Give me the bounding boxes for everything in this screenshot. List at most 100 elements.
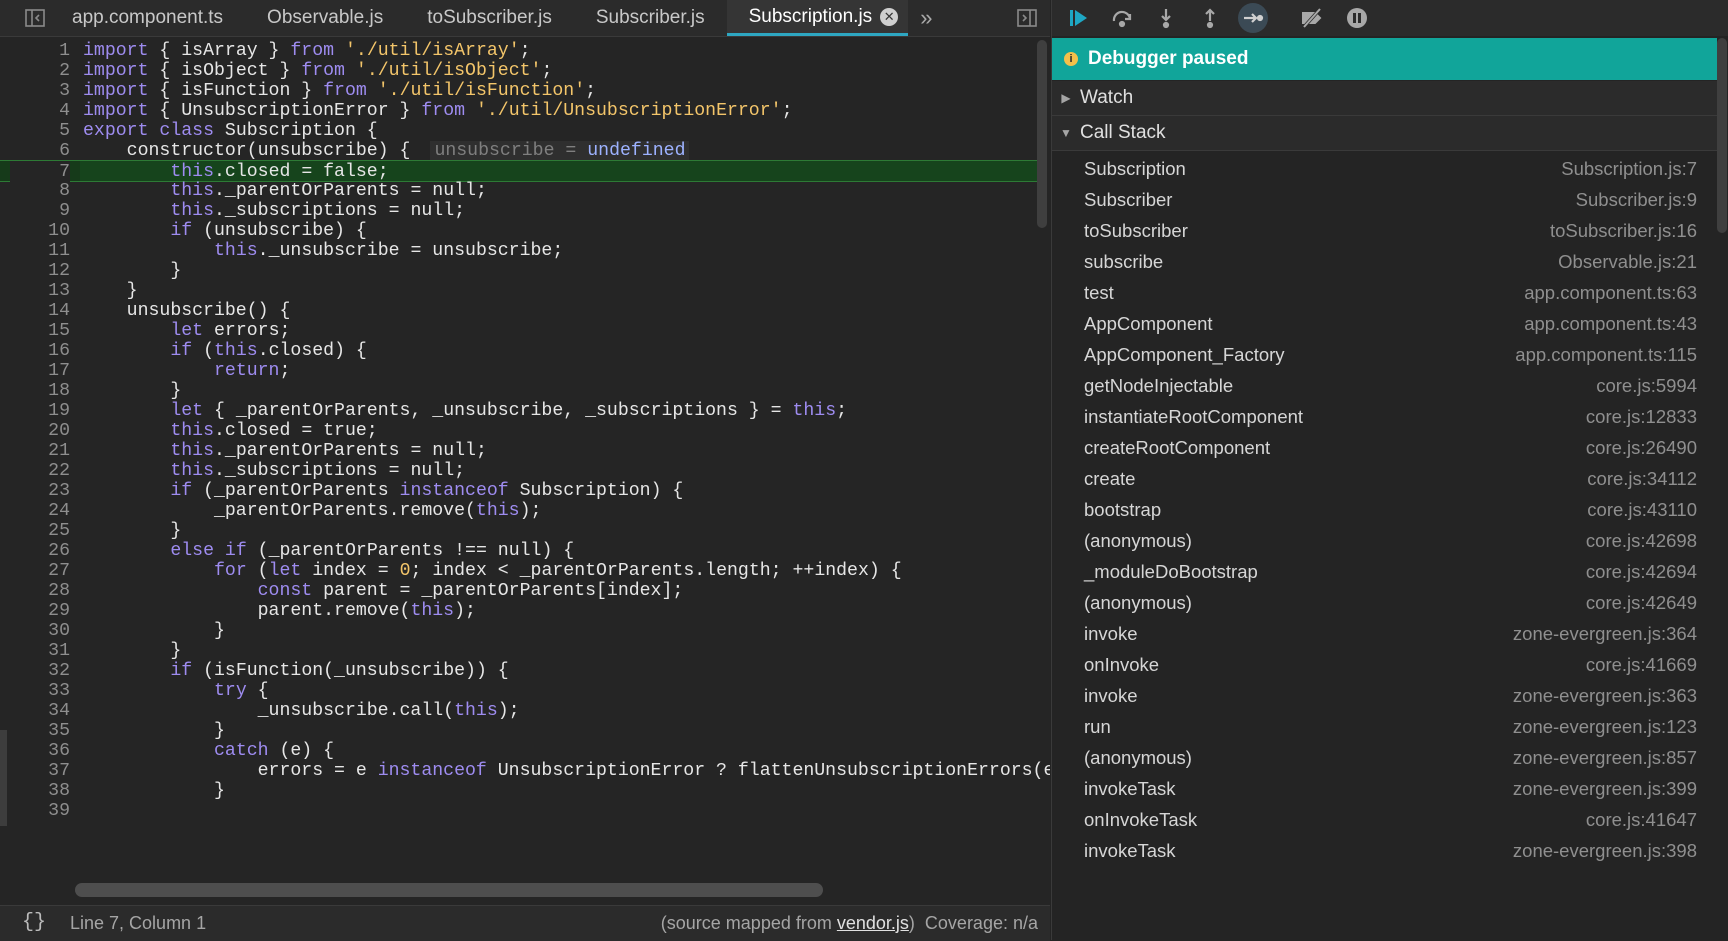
code-line[interactable]: 15 let errors;	[0, 320, 1040, 342]
line-number[interactable]: 34	[10, 700, 70, 722]
code-line[interactable]: 36 catch (e) {	[0, 740, 1040, 762]
line-number[interactable]: 11	[10, 240, 70, 262]
line-number[interactable]: 19	[10, 400, 70, 422]
frame-location[interactable]: zone-evergreen.js:364	[1513, 623, 1697, 645]
frame-location[interactable]: zone-evergreen.js:123	[1513, 716, 1697, 738]
line-number[interactable]: 38	[10, 780, 70, 802]
line-number[interactable]: 24	[10, 500, 70, 522]
frame-location[interactable]: core.js:42649	[1586, 592, 1697, 614]
code-line[interactable]: 21 this._parentOrParents = null;	[0, 440, 1040, 462]
line-number[interactable]: 29	[10, 600, 70, 622]
frame-location[interactable]: core.js:41647	[1586, 809, 1697, 831]
pretty-print-button[interactable]: {}	[22, 911, 46, 934]
frame-location[interactable]: core.js:41669	[1586, 654, 1697, 676]
frame-location[interactable]: toSubscriber.js:16	[1550, 220, 1697, 242]
frame-location[interactable]: zone-evergreen.js:857	[1513, 747, 1697, 769]
code-line[interactable]: 32 if (isFunction(_unsubscribe)) {	[0, 660, 1040, 682]
code-line[interactable]: 30 }	[0, 620, 1040, 642]
code-line[interactable]: 34 _unsubscribe.call(this);	[0, 700, 1040, 722]
frame-location[interactable]: zone-evergreen.js:398	[1513, 840, 1697, 862]
watch-section-header[interactable]: ▶ Watch	[1052, 81, 1717, 116]
call-frame[interactable]: getNodeInjectable core.js:5994	[1052, 369, 1717, 403]
call-frame[interactable]: test app.component.ts:63	[1052, 276, 1717, 310]
frame-location[interactable]: core.js:34112	[1587, 468, 1697, 490]
code-line[interactable]: 5 export class Subscription {	[0, 120, 1040, 142]
line-number[interactable]: 22	[10, 460, 70, 482]
frame-location[interactable]: core.js:42698	[1586, 530, 1697, 552]
call-frame[interactable]: (anonymous) zone-evergreen.js:857	[1052, 741, 1717, 775]
call-frame[interactable]: (anonymous) core.js:42698	[1052, 524, 1717, 558]
code-line[interactable]: 28 const parent = _parentOrParents[index…	[0, 580, 1040, 602]
code-line[interactable]: 16 if (this.closed) {	[0, 340, 1040, 362]
code-line[interactable]: 20 this.closed = true;	[0, 420, 1040, 442]
call-frame[interactable]: _moduleDoBootstrap core.js:42694	[1052, 555, 1717, 589]
code-line[interactable]: 31 }	[0, 640, 1040, 662]
frame-location[interactable]: core.js:12833	[1586, 406, 1697, 428]
call-frame[interactable]: invoke zone-evergreen.js:363	[1052, 679, 1717, 713]
code-line[interactable]: 18 }	[0, 380, 1040, 402]
code-line[interactable]: 9 this._subscriptions = null;	[0, 200, 1040, 222]
code-line[interactable]: 14 unsubscribe() {	[0, 300, 1040, 322]
frame-location[interactable]: core.js:43110	[1587, 499, 1697, 521]
vendor-js-link[interactable]: vendor.js	[837, 913, 909, 933]
code-line[interactable]: 25 }	[0, 520, 1040, 542]
deactivate-breakpoints-icon[interactable]	[1297, 3, 1327, 33]
call-frame[interactable]: (anonymous) core.js:42649	[1052, 586, 1717, 620]
tab-subscription-js[interactable]: Subscription.js ✕	[726, 0, 909, 36]
line-number[interactable]: 4	[10, 100, 70, 122]
tab-observable-js[interactable]: Observable.js	[245, 0, 405, 36]
code-line[interactable]: 37 errors = e instanceof UnsubscriptionE…	[0, 760, 1050, 782]
call-frame[interactable]: invoke zone-evergreen.js:364	[1052, 617, 1717, 651]
frame-location[interactable]: Observable.js:21	[1558, 251, 1697, 273]
code-line[interactable]: 3 import { isFunction } from './util/isFu…	[0, 80, 1040, 102]
frame-location[interactable]: core.js:42694	[1586, 561, 1697, 583]
line-number[interactable]: 6	[10, 140, 70, 162]
code-line[interactable]: 10 if (unsubscribe) {	[0, 220, 1040, 242]
tab-app-component-ts[interactable]: app.component.ts	[50, 0, 245, 36]
toggle-debugger-icon[interactable]	[1014, 6, 1040, 30]
call-frame[interactable]: invokeTask zone-evergreen.js:399	[1052, 772, 1717, 806]
call-frame[interactable]: AppComponent app.component.ts:43	[1052, 307, 1717, 341]
step-icon[interactable]	[1238, 3, 1268, 33]
call-frame[interactable]: create core.js:34112	[1052, 462, 1717, 496]
call-frame[interactable]: run zone-evergreen.js:123	[1052, 710, 1717, 744]
code-line[interactable]: 1 import { isArray } from './util/isArray…	[0, 40, 1040, 62]
line-number[interactable]: 17	[10, 360, 70, 382]
code-line[interactable]: 39	[0, 800, 1040, 822]
line-number[interactable]: 35	[10, 720, 70, 742]
code-line[interactable]: 33 try {	[0, 680, 1040, 702]
resume-icon[interactable]	[1064, 3, 1094, 33]
frame-location[interactable]: app.component.ts:63	[1524, 282, 1697, 304]
code-editor[interactable]: 1 import { isArray } from './util/isArray…	[0, 37, 1050, 905]
line-number[interactable]: 33	[10, 680, 70, 702]
code-line[interactable]: 4 import { UnsubscriptionError } from './…	[0, 100, 1040, 122]
line-number[interactable]: 5	[10, 120, 70, 142]
line-number[interactable]: 31	[10, 640, 70, 662]
call-frame[interactable]: subscribe Observable.js:21	[1052, 245, 1717, 279]
tab-subscriber-js[interactable]: Subscriber.js	[574, 0, 727, 36]
code-line[interactable]: 2 import { isObject } from './util/isObje…	[0, 60, 1040, 82]
step-out-icon[interactable]	[1195, 3, 1225, 33]
line-number[interactable]: 36	[10, 740, 70, 762]
code-line[interactable]: 13 }	[0, 280, 1040, 302]
call-frame[interactable]: instantiateRootComponent core.js:12833	[1052, 400, 1717, 434]
call-frame[interactable]: toSubscriber toSubscriber.js:16	[1052, 214, 1717, 248]
close-icon[interactable]: ✕	[880, 7, 899, 26]
editor-horizontal-scrollbar[interactable]	[75, 883, 823, 897]
code-line[interactable]: 7 this.closed = false;	[0, 160, 1040, 183]
code-line[interactable]: 6 constructor(unsubscribe) {unsubscribe …	[0, 140, 1040, 162]
line-number[interactable]: 10	[10, 220, 70, 242]
line-number[interactable]: 23	[10, 480, 70, 502]
code-line[interactable]: 22 this._subscriptions = null;	[0, 460, 1040, 482]
line-number[interactable]: 32	[10, 660, 70, 682]
tab-tosubscriber-js[interactable]: toSubscriber.js	[405, 0, 574, 36]
code-line[interactable]: 27 for (let index = 0; index < _parentOr…	[0, 560, 1040, 582]
line-number[interactable]: 2	[10, 60, 70, 82]
code-line[interactable]: 8 this._parentOrParents = null;	[0, 180, 1040, 202]
call-frame[interactable]: Subscriber Subscriber.js:9	[1052, 183, 1717, 217]
code-line[interactable]: 26 else if (_parentOrParents !== null) {	[0, 540, 1040, 562]
line-number[interactable]: 9	[10, 200, 70, 222]
step-into-icon[interactable]	[1151, 3, 1181, 33]
editor-vertical-scrollbar[interactable]	[1037, 40, 1047, 228]
code-line[interactable]: 17 return;	[0, 360, 1040, 382]
